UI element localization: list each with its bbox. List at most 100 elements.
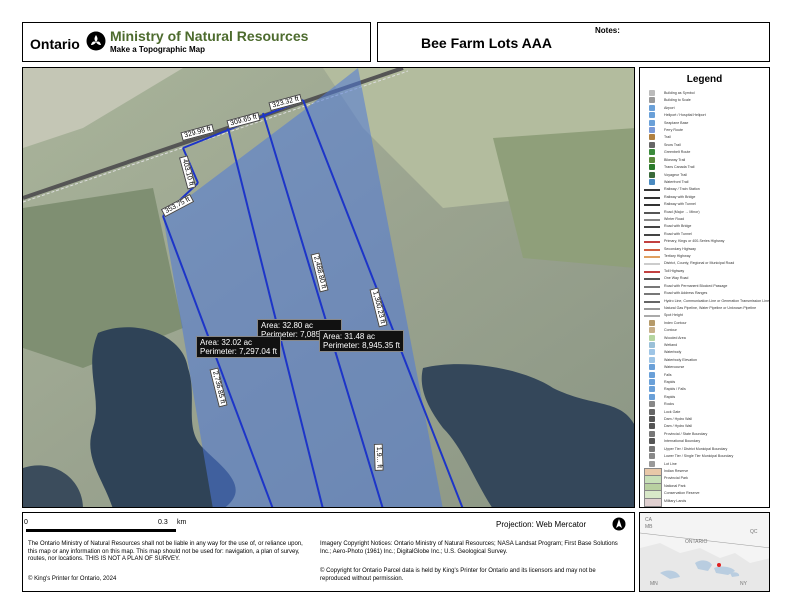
scale-bar: [26, 529, 176, 532]
legend-label: Rapids: [664, 380, 676, 385]
area-label: Area: 31.48 ac Perimeter: 8,945.35 ft: [319, 330, 404, 352]
disclaimer-text: The Ontario Ministry of Natural Resource…: [28, 541, 303, 563]
legend-title: Legend: [686, 74, 723, 85]
legend-symbol-icon: [644, 270, 660, 273]
location-marker-icon: [717, 563, 721, 567]
legend-symbol-icon: [649, 327, 655, 334]
ministry-name: Ministry of Natural Resources: [110, 28, 309, 44]
legend-label: Road (Major → Minor): [664, 209, 700, 214]
imagery-notice: Imagery Copyright Notices: Ontario Minis…: [320, 541, 618, 555]
legend-symbol-icon: [644, 256, 660, 259]
legend-symbol-icon: [649, 119, 655, 126]
scale-zero-label: 0: [24, 519, 28, 526]
legend-symbol-icon: [649, 453, 655, 460]
legend-symbol-icon: [649, 97, 655, 104]
legend-label: Railway with Tunnel: [664, 202, 696, 207]
legend-label: Railway with Bridge: [664, 194, 696, 199]
legend-label: Conservation Reserve: [664, 491, 700, 496]
projection-label: Projection: Web Mercator: [496, 520, 587, 529]
legend-symbol-icon: [649, 319, 655, 326]
legend-label: Watercourse: [664, 365, 685, 370]
legend-label: Dam / Hydro Wall: [664, 417, 693, 422]
north-arrow-icon: [612, 517, 626, 531]
inset-label: QC: [750, 529, 758, 535]
trillium-logo-icon: [86, 31, 106, 51]
app-subtitle: Make a Topographic Map: [110, 45, 205, 54]
legend-label: Wooded Area: [664, 335, 686, 340]
notes-label: Notes:: [595, 26, 620, 35]
map-canvas[interactable]: [23, 68, 635, 508]
legend-label: Contour: [664, 328, 677, 333]
legend-symbol-icon: [649, 379, 655, 386]
inset-map-canvas: ONTARIO CA MB QC MN NY: [640, 513, 769, 591]
legend-label: Greenbelt Route: [664, 150, 691, 155]
locator-inset-map: ONTARIO CA MB QC MN NY: [639, 512, 770, 592]
legend-symbol-icon: [644, 300, 660, 303]
area-label: Area: 32.02 ac Perimeter: 7,297.04 ft: [196, 336, 281, 358]
legend-label: Building as Symbol: [664, 91, 695, 95]
legend-symbol-icon: [644, 196, 660, 199]
legend-label: Natural Gas Pipeline, Water Pipeline or …: [664, 305, 757, 310]
legend-label: Spot Height: [664, 313, 683, 318]
legend-label: Road with Permanent Blocked Passage: [664, 283, 728, 288]
scale-max-label: 0.3: [158, 519, 168, 526]
kings-printer-copyright: © King's Printer for Ontario, 2024: [28, 576, 117, 582]
legend-symbol-icon: [649, 156, 655, 163]
legend-symbol-icon: [649, 430, 655, 437]
legend-label: Airport: [664, 105, 675, 110]
lot-line-label: 1,9... ft: [373, 443, 384, 472]
legend-label: Voyageur Trail: [664, 172, 687, 177]
legend-label: District, County, Regional or Municipal …: [664, 261, 735, 266]
legend-symbol-icon: [649, 334, 655, 341]
legend-symbol-icon: [649, 364, 655, 371]
legend-label: Railway / Train Station: [664, 187, 700, 192]
legend-symbol-icon: [644, 233, 660, 236]
legend-symbol-icon: [649, 401, 655, 408]
legend-label: Secondary Highway: [664, 246, 696, 251]
header-branding: Ontario Ministry of Natural Resources Ma…: [22, 22, 371, 62]
legend-panel: Legend Building as Symbol Building to Sca…: [639, 67, 770, 508]
legend-symbol-icon: [644, 293, 660, 296]
legend-symbol-icon: [644, 248, 660, 251]
legend-label: National Park: [664, 483, 686, 488]
legend-label: Waterbody: [664, 350, 682, 355]
inset-label: ONTARIO: [685, 539, 708, 545]
legend-symbol-icon: [649, 371, 655, 378]
legend-symbol-icon: [649, 178, 655, 185]
legend-label: Trail: [664, 135, 671, 140]
legend-label: Lot Line: [664, 461, 677, 466]
legend-symbol-icon: [649, 127, 655, 134]
legend-symbol-icon: [649, 149, 655, 156]
ontario-wordmark: Ontario: [30, 36, 80, 52]
legend-label: Lower Tier / Single Tier Municipal Bound…: [664, 454, 734, 459]
inset-label: NY: [740, 581, 748, 587]
legend-label: Seaplane Base: [664, 120, 689, 125]
legend-label: Upper Tier / District Municipal Boundary: [664, 446, 728, 451]
legend-symbol-icon: [649, 423, 655, 430]
legend-label: Heliport / Hospital Heliport: [664, 113, 706, 118]
parcel-copyright: © Copyright for Ontario Parcel data is h…: [320, 568, 596, 582]
legend-label: Building to Scale: [664, 98, 691, 103]
inset-label: MN: [650, 581, 658, 587]
legend-label: Tertiary Highway: [664, 254, 691, 259]
legend-symbol-icon: [649, 349, 655, 356]
legend-symbol-icon: [644, 285, 660, 288]
legend-label: Rapids: [664, 394, 676, 399]
legend-symbol-icon: [649, 341, 655, 348]
legend-label: Toll Highway: [664, 268, 685, 273]
map-view[interactable]: 329.98 ft 309.65 ft 323.32 ft 403.10 ft …: [22, 67, 635, 508]
legend-label: Bikeway Trail: [664, 157, 686, 162]
legend-symbol-icon: [649, 112, 655, 119]
legend-symbol-icon: [649, 141, 655, 148]
legend-label: Waterbody Elevation: [664, 357, 698, 362]
legend-symbol-icon: [649, 393, 655, 400]
legend-label: Lock Gate: [664, 409, 681, 414]
legend-label: Ferry Route: [664, 128, 683, 133]
legend-symbol-icon: [644, 218, 660, 221]
inset-label: MB: [645, 524, 653, 530]
header-title-box: Bee Farm Lots AAA Notes:: [377, 22, 770, 62]
legend-label: Trans Canada Trail: [664, 165, 695, 170]
scale-unit-label: km: [177, 519, 187, 526]
legend-label: Provincial / State Boundary: [664, 431, 708, 436]
legend-label: Indian Reserve: [664, 468, 689, 473]
